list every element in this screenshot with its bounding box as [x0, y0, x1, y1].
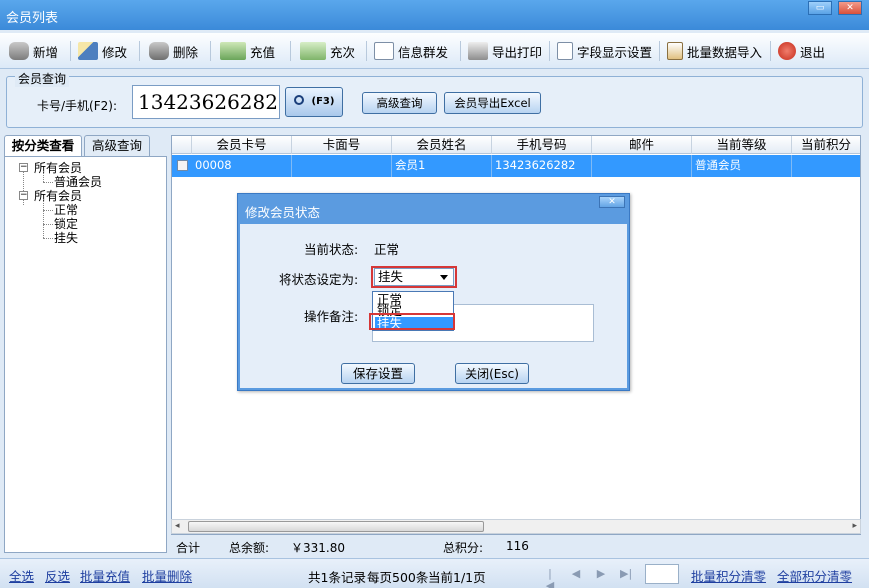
scrollbar-thumb[interactable]	[188, 521, 484, 532]
col-face-no[interactable]: 卡面号	[292, 136, 392, 154]
save-settings-button[interactable]: 保存设置	[341, 363, 415, 384]
exit-icon	[778, 42, 796, 60]
page-number-input[interactable]	[645, 564, 679, 584]
points-label: 总积分:	[443, 541, 484, 555]
tree-node-all-members[interactable]: 所有会员	[34, 161, 82, 175]
select-all-link[interactable]: 全选	[9, 566, 34, 585]
balance-value: ￥331.80	[291, 541, 345, 555]
scroll-right-icon[interactable]: ▸	[852, 520, 857, 533]
dialog-body: 当前状态: 正常 将状态设定为: 操作备注: 挂失 正常 锁定 挂失 保存设置 …	[240, 224, 627, 388]
pencil-icon	[78, 42, 98, 60]
cell-points	[792, 155, 860, 177]
modify-status-dialog: 修改会员状态 ✕ 当前状态: 正常 将状态设定为: 操作备注: 挂失 正常 锁定…	[237, 193, 630, 391]
tree-node-status-locked[interactable]: 锁定	[54, 217, 78, 231]
search-button[interactable]: (F3)	[285, 87, 343, 117]
table-row[interactable]: 00008 会员1 13423626282 普通会员	[172, 155, 860, 177]
last-page-icon[interactable]: ▶|	[620, 568, 632, 580]
tree-node-status-normal[interactable]: 正常	[54, 203, 78, 217]
tab-by-category[interactable]: 按分类查看	[4, 135, 82, 158]
tree-node-regular-member[interactable]: 普通会员	[54, 175, 102, 189]
page-indicator: 当前1/1页	[428, 570, 486, 585]
grid-header: 会员卡号 卡面号 会员姓名 手机号码 邮件 当前等级 当前积分	[172, 136, 860, 154]
row-checkbox[interactable]	[177, 160, 188, 171]
scroll-left-icon[interactable]: ◂	[175, 520, 180, 533]
cell-card-no: 00008	[192, 155, 292, 177]
status-bar: 全选 反选 批量充值 批量删除 共1条记录 每页500条 当前1/1页 |◀ ◀…	[0, 558, 869, 588]
col-level[interactable]: 当前等级	[692, 136, 792, 154]
select-highlight	[371, 266, 457, 288]
title-bar: 会员列表 ▭ ✕	[0, 0, 869, 30]
printer-icon	[468, 42, 488, 60]
tree-node-status-lost[interactable]: 挂失	[54, 231, 78, 245]
window-title: 会员列表	[6, 11, 59, 26]
batch-import-button[interactable]: 批量数据导入	[667, 39, 762, 63]
cell-email	[592, 155, 692, 177]
first-page-icon[interactable]: |◀	[544, 568, 556, 588]
col-card-no[interactable]: 会员卡号	[192, 136, 292, 154]
card-phone-label: 卡号/手机(F2):	[37, 99, 117, 113]
clear-all-points-link[interactable]: 全部积分清零	[777, 566, 852, 585]
col-member-name[interactable]: 会员姓名	[392, 136, 492, 154]
recharge-button[interactable]: 充值	[220, 39, 275, 63]
dialog-title: 修改会员状态	[245, 205, 321, 220]
tree-node-all-members-status[interactable]: 所有会员	[34, 189, 82, 203]
batch-delete-link[interactable]: 批量删除	[142, 566, 192, 585]
ticket-icon	[300, 42, 326, 60]
exit-button[interactable]: 退出	[778, 39, 825, 63]
collapse-icon[interactable]: −	[19, 191, 28, 200]
per-page: 每页500条	[367, 570, 429, 585]
advanced-query-button[interactable]: 高级查询	[362, 92, 437, 114]
current-status-label: 当前状态:	[304, 242, 359, 257]
summary-total-label: 合计	[176, 541, 201, 555]
envelope-icon	[374, 42, 394, 60]
category-panel: 按分类查看 高级查询 − 所有会员 普通会员 − 所有会员 正常 锁定 挂失	[4, 135, 167, 553]
tab-advanced-query[interactable]: 高级查询	[84, 135, 150, 157]
prev-page-icon[interactable]: ◀	[570, 568, 582, 580]
columns-icon	[557, 42, 573, 60]
col-email[interactable]: 邮件	[592, 136, 692, 154]
search-icon	[293, 95, 304, 105]
points-value: 116	[506, 539, 529, 553]
record-count: 共1条记录	[308, 570, 366, 585]
close-window-button[interactable]: ✕	[838, 1, 862, 15]
database-delete-icon	[149, 42, 169, 60]
card-phone-input[interactable]: 13423626282	[132, 85, 280, 119]
message-button[interactable]: 信息群发	[374, 39, 448, 63]
add-button[interactable]: 新增	[9, 39, 58, 63]
current-status-value: 正常	[374, 242, 400, 257]
export-excel-button[interactable]: 会员导出Excel	[444, 92, 541, 114]
minimize-button[interactable]: ▭	[808, 1, 832, 15]
clipboard-icon	[667, 42, 683, 60]
category-tree: − 所有会员 普通会员 − 所有会员 正常 锁定 挂失	[4, 156, 167, 553]
cell-face-no	[292, 155, 392, 177]
col-phone[interactable]: 手机号码	[492, 136, 592, 154]
cell-phone: 13423626282	[492, 155, 592, 177]
batch-recharge-link[interactable]: 批量充值	[80, 566, 130, 585]
toolbar: 新增 修改 删除 充值 充次 信息群发 导出打印 字段显示设置 批量数据导入 退…	[0, 33, 869, 69]
remark-label: 操作备注:	[304, 309, 359, 324]
topup-times-button[interactable]: 充次	[300, 39, 355, 63]
cell-member-name: 会员1	[392, 155, 492, 177]
next-page-icon[interactable]: ▶	[595, 568, 607, 580]
delete-button[interactable]: 删除	[149, 39, 198, 63]
set-status-label: 将状态设定为:	[279, 272, 359, 287]
edit-button[interactable]: 修改	[78, 39, 127, 63]
balance-label: 总余额:	[229, 541, 270, 555]
export-print-button[interactable]: 导出打印	[468, 39, 542, 63]
collapse-icon[interactable]: −	[19, 163, 28, 172]
cell-level: 普通会员	[692, 155, 792, 177]
search-legend: 会员查询	[15, 70, 70, 87]
batch-clear-points-link[interactable]: 批量积分清零	[691, 566, 766, 585]
horizontal-scrollbar[interactable]: ◂ ▸	[171, 519, 861, 534]
invert-selection-link[interactable]: 反选	[45, 566, 70, 585]
col-points[interactable]: 当前积分	[792, 136, 860, 154]
close-dialog-button[interactable]: 关闭(Esc)	[455, 363, 529, 384]
field-display-button[interactable]: 字段显示设置	[557, 39, 652, 63]
member-search-group: 会员查询 卡号/手机(F2): 13423626282 (F3) 高级查询 会员…	[6, 70, 863, 128]
summary-row: 合计 总余额: ￥331.80 总积分: 116	[171, 537, 861, 555]
dialog-close-icon[interactable]: ✕	[599, 196, 625, 208]
database-add-icon	[9, 42, 29, 60]
money-icon	[220, 42, 246, 60]
option-highlight	[369, 313, 455, 330]
